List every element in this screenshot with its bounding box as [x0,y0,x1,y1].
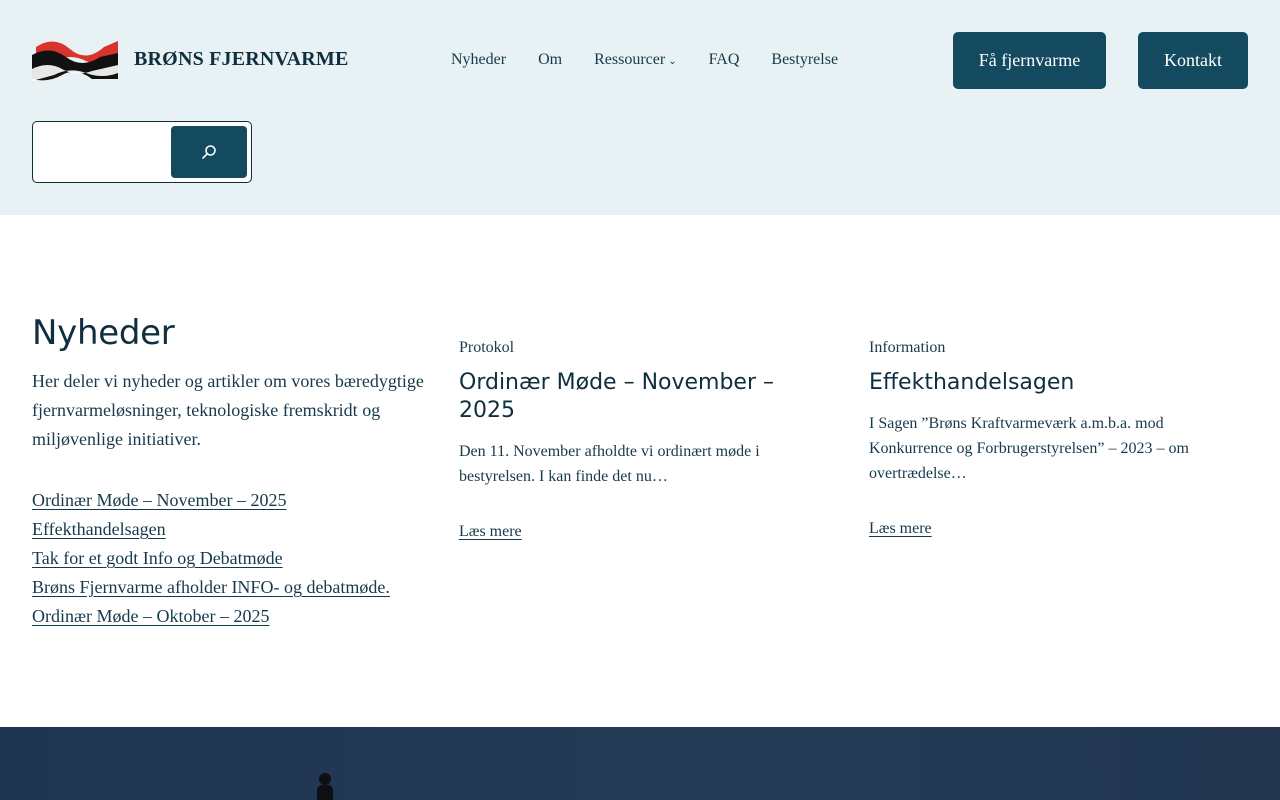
nav-item-faq[interactable]: FAQ [709,51,740,69]
news-link[interactable]: Brøns Fjernvarme afholder INFO- og debat… [32,573,432,602]
card-title[interactable]: Effekthandelsagen [869,369,1239,397]
brons-logo[interactable] [32,39,118,81]
card-excerpt: I Sagen ”Brøns Kraftvarmeværk a.m.b.a. m… [869,415,1189,482]
card-excerpt: Den 11. November afholdte vi ordinært mø… [459,443,760,485]
news-link[interactable]: Effekthandelsagen [32,515,432,544]
get-district-heating-button[interactable]: Få fjernvarme [953,32,1106,89]
card-category[interactable]: Protokol [459,339,829,357]
chevron-down-icon: ⌄ [668,56,677,67]
news-intro-column: Nyheder Her deler vi nyheder og artikler… [32,313,432,631]
brand-name[interactable]: BRØNS FJERNVARME [134,48,349,71]
news-intro: Her deler vi nyheder og artikler om vore… [32,371,424,449]
nav-item-ressourcer[interactable]: Ressourcer ⌄ [594,51,676,69]
footer-hero-image [0,727,1280,800]
read-more-link[interactable]: Læs mere [869,520,932,538]
news-link[interactable]: Ordinær Møde – November – 2025 [32,486,432,515]
contact-button[interactable]: Kontakt [1138,32,1248,89]
person-silhouette [317,773,333,800]
search-button[interactable] [171,126,247,178]
news-card: Information Effekthandelsagen I Sagen ”B… [869,339,1239,538]
nav-item-ressourcer-label: Ressourcer [594,51,666,68]
main-nav: Nyheder Om Ressourcer ⌄ FAQ Bestyrelse [451,51,870,69]
nav-item-nyheder[interactable]: Nyheder [451,51,506,69]
news-link-list: Ordinær Møde – November – 2025 Effekthan… [32,486,432,631]
news-link[interactable]: Tak for et godt Info og Debatmøde [32,544,432,573]
news-section: Nyheder Her deler vi nyheder og artikler… [0,215,1280,727]
search-icon [202,145,216,159]
page-title: Nyheder [32,313,175,353]
news-link[interactable]: Ordinær Møde – Oktober – 2025 [32,602,432,631]
read-more-link[interactable]: Læs mere [459,523,522,541]
nav-item-bestyrelse[interactable]: Bestyrelse [771,51,838,69]
search-form [32,121,252,183]
search-input[interactable] [37,126,167,178]
news-card: Protokol Ordinær Møde – November – 2025 … [459,339,829,541]
nav-item-om[interactable]: Om [538,51,562,69]
site-header: BRØNS FJERNVARME Nyheder Om Ressourcer ⌄ … [0,0,1280,215]
card-title[interactable]: Ordinær Møde – November – 2025 [459,369,829,425]
card-category[interactable]: Information [869,339,1239,357]
